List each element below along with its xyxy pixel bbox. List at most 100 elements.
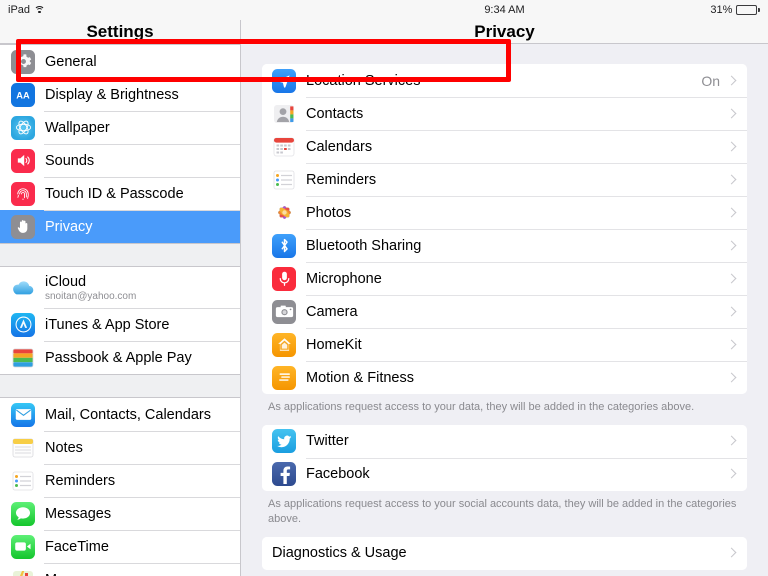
settings-row-label: HomeKit: [306, 336, 362, 353]
svg-text:AA: AA: [16, 90, 30, 100]
sidebar-item-reminders[interactable]: Reminders: [0, 464, 240, 497]
status-bar: iPad 9:34 AM 31%: [0, 0, 768, 20]
photos-icon: [272, 200, 296, 225]
settings-row-reminders[interactable]: Reminders: [262, 163, 747, 196]
sidebar-item-messages[interactable]: Messages: [0, 497, 240, 530]
sidebar-group: General AA Display & Brightness Wallpaper So…: [0, 44, 240, 244]
fingerprint-icon: [11, 181, 35, 206]
settings-row-motion-fitness[interactable]: Motion & Fitness: [262, 361, 747, 394]
sidebar-item-passbook-apple-pay[interactable]: Passbook & Apple Pay: [0, 341, 240, 374]
detail-pane: Privacy Location Services On Contacts Calen…: [16, 20, 768, 576]
status-bar-right: 31%: [710, 0, 760, 20]
settings-row-label: Camera: [306, 303, 358, 320]
settings-row-label: Bluetooth Sharing: [306, 237, 422, 254]
chevron-right-icon: [728, 372, 735, 384]
settings-row-twitter[interactable]: Twitter: [262, 424, 747, 458]
sidebar-item-display-brightness[interactable]: AA Display & Brightness: [0, 78, 240, 111]
sidebar-item-label: Messages: [45, 505, 112, 522]
settings-row-camera[interactable]: Camera: [262, 295, 747, 328]
chevron-right-icon: [728, 174, 735, 186]
sidebar-group: Mail, Contacts, Calendars Notes Reminders M…: [0, 397, 240, 576]
settings-row-photos[interactable]: Photos: [262, 196, 747, 229]
split-view: Settings General AA Display & Brightness Wa…: [0, 20, 768, 576]
sidebar-item-label: Touch ID & Passcode: [45, 185, 184, 202]
homekit-icon: [272, 332, 296, 357]
sidebar-item-sounds[interactable]: Sounds: [0, 144, 240, 177]
status-bar-time: 9:34 AM: [484, 4, 525, 16]
privacy-card[interactable]: Location Services On Contacts Calendars Remi…: [262, 64, 747, 394]
sidebar-item-privacy[interactable]: Privacy: [0, 210, 240, 243]
location-arrow-icon: [272, 68, 296, 93]
settings-row-bluetooth-sharing[interactable]: Bluetooth Sharing: [262, 229, 747, 262]
settings-row-microphone[interactable]: Microphone: [262, 262, 747, 295]
sidebar-item-mail-contacts-calendars[interactable]: Mail, Contacts, Calendars: [0, 398, 240, 431]
sidebar-item-label: Mail, Contacts, Calendars: [45, 406, 212, 423]
sidebar-item-text: iCloud snoitan@yahoo.com: [45, 274, 136, 302]
settings-row-calendars[interactable]: Calendars: [262, 130, 747, 163]
sidebar: Settings General AA Display & Brightness Wa…: [0, 20, 241, 576]
sidebar-item-facetime[interactable]: FaceTime: [0, 530, 240, 563]
chevron-right-icon: [728, 468, 735, 480]
sidebar-group: iCloud snoitan@yahoo.com iTunes & App Stor…: [0, 266, 240, 375]
passbook-icon: [11, 345, 35, 370]
sidebar-item-general[interactable]: General: [0, 45, 240, 78]
settings-row-label: Facebook: [306, 466, 370, 483]
notes-icon: [11, 435, 35, 460]
chevron-right-icon: [728, 435, 735, 447]
sidebar-item-label: iTunes & App Store: [45, 316, 170, 333]
facebook-icon: [272, 462, 296, 487]
settings-row-label: Contacts: [306, 105, 364, 122]
motion-fitness-icon: [272, 365, 296, 390]
wallpaper-icon: [11, 115, 35, 140]
sounds-icon: [11, 148, 35, 173]
settings-row-label: Reminders: [306, 171, 377, 188]
settings-row-label: Twitter: [306, 433, 349, 450]
sidebar-item-sublabel: snoitan@yahoo.com: [45, 290, 137, 302]
sidebar-item-label: FaceTime: [45, 538, 109, 555]
settings-row-label: Diagnostics & Usage: [272, 545, 407, 562]
social-footnote: As applications request access to your s…: [268, 497, 737, 525]
battery-icon: [736, 5, 760, 15]
sidebar-item-label: Display & Brightness: [45, 86, 179, 103]
settings-row-location-services[interactable]: Location Services On: [262, 64, 747, 97]
calendar-icon: [272, 134, 296, 159]
sidebar-item-label: General: [45, 53, 97, 70]
sidebar-item-touch-id-passcode[interactable]: Touch ID & Passcode: [0, 177, 240, 210]
sidebar-item-label: Maps: [45, 572, 80, 576]
sidebar-item-itunes-app-store[interactable]: iTunes & App Store: [0, 308, 240, 341]
privacy-settings-list[interactable]: Location Services On Contacts Calendars Remi…: [241, 44, 768, 576]
settings-row-value: On: [701, 72, 720, 89]
microphone-icon: [272, 266, 296, 291]
diagnostics-card[interactable]: Diagnostics & Usage: [262, 536, 747, 570]
sidebar-item-label: Reminders: [45, 472, 116, 489]
contacts-icon: [272, 101, 296, 126]
social-accounts-card[interactable]: Twitter Facebook: [262, 424, 747, 491]
status-bar-center: 9:34 AM: [0, 4, 768, 16]
sidebar-item-wallpaper[interactable]: Wallpaper: [0, 111, 240, 144]
ipad-settings-screen: iPad 9:34 AM 31% Settings General AA Displ…: [0, 0, 768, 576]
settings-row-facebook[interactable]: Facebook: [262, 457, 747, 491]
settings-row-label: Motion & Fitness: [306, 369, 414, 386]
sidebar-item-maps[interactable]: Maps: [0, 563, 240, 576]
page-title: Privacy: [241, 20, 768, 44]
icloud-icon: [11, 276, 35, 300]
sidebar-item-label: Privacy: [45, 218, 93, 235]
chevron-right-icon: [728, 339, 735, 351]
privacy-footnote: As applications request access to your d…: [268, 401, 695, 413]
sidebar-group-gap: [0, 375, 240, 397]
sidebar-item-icloud[interactable]: iCloud snoitan@yahoo.com: [0, 267, 240, 308]
sidebar-item-label: Notes: [45, 439, 83, 456]
reminders-icon: [272, 167, 296, 192]
sidebar-list[interactable]: General AA Display & Brightness Wallpaper So…: [0, 44, 240, 576]
settings-row-homekit[interactable]: HomeKit: [262, 328, 747, 361]
sidebar-item-notes[interactable]: Notes: [0, 431, 240, 464]
gear-icon: [11, 49, 35, 74]
settings-row-diagnostics-usage[interactable]: Diagnostics & Usage: [262, 536, 747, 570]
settings-row-label: Location Services: [306, 72, 421, 89]
settings-row-label: Calendars: [306, 138, 373, 155]
settings-row-contacts[interactable]: Contacts: [262, 97, 747, 130]
reminders-icon: [11, 468, 35, 493]
sidebar-item-label: Wallpaper: [45, 119, 110, 136]
app-store-icon: [11, 312, 35, 337]
sidebar-item-label: Passbook & Apple Pay: [45, 349, 192, 366]
